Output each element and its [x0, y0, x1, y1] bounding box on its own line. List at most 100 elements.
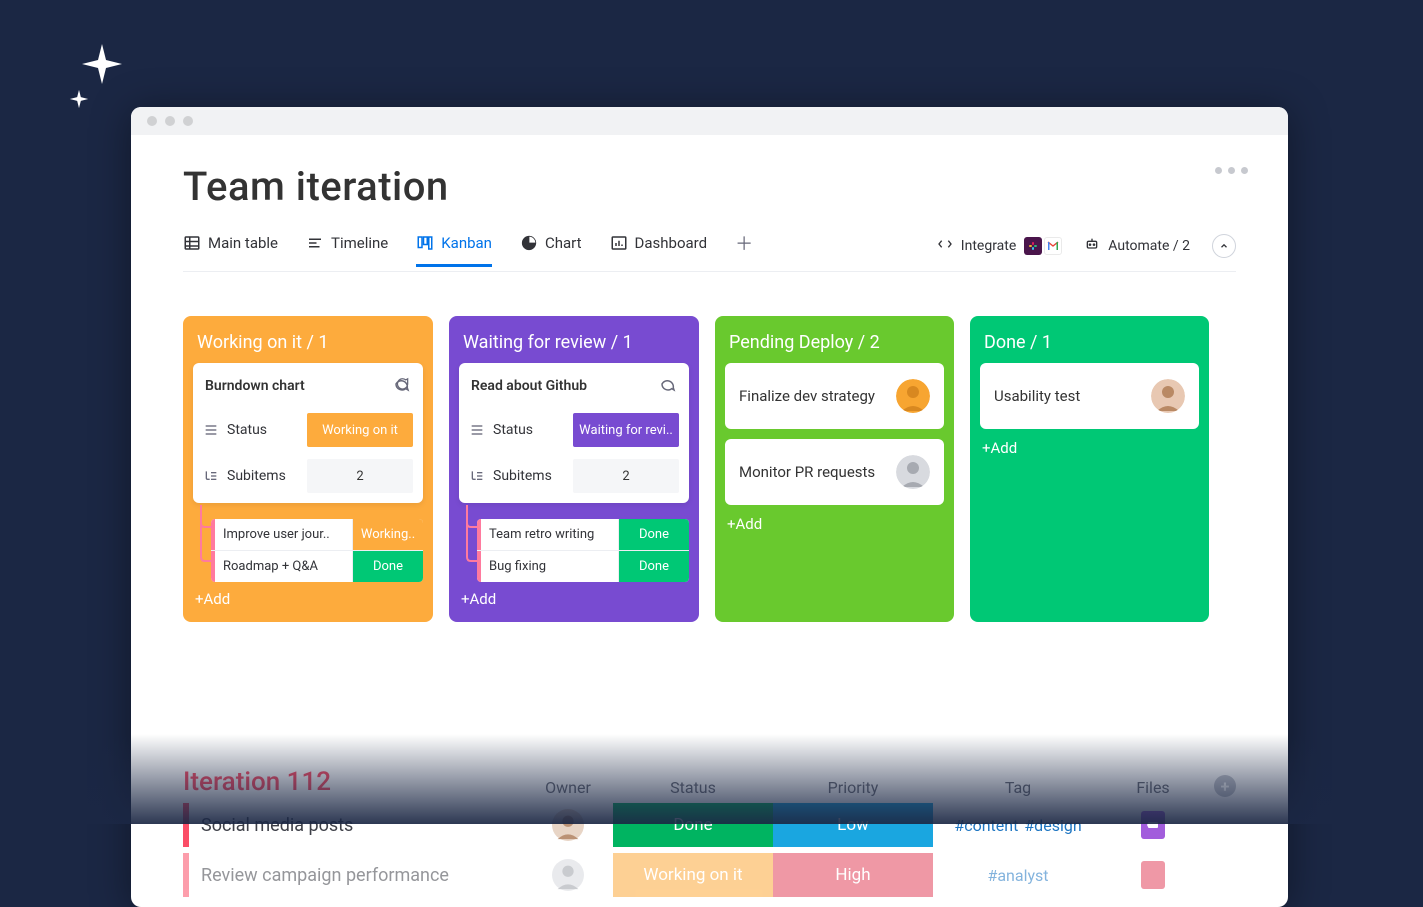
subitem-status[interactable]: Done: [619, 551, 689, 582]
subitems-list: Improve user jour.. Working.. Roadmap + …: [211, 519, 423, 582]
column-title: Done / 1: [980, 326, 1199, 363]
subitems-label: Subitems: [493, 468, 552, 484]
col-header-files[interactable]: Files: [1103, 778, 1203, 797]
row-name: Review campaign performance: [189, 853, 523, 897]
collapse-button[interactable]: [1212, 234, 1236, 258]
cell-files[interactable]: [1103, 853, 1203, 897]
subitem-title: Team retro writing: [481, 519, 619, 550]
integration-apps: [1024, 237, 1062, 255]
subitem-connector: [459, 505, 479, 582]
group-title[interactable]: Iteration 112: [183, 767, 523, 797]
cell-tag[interactable]: #content #design: [933, 803, 1103, 847]
cell-priority[interactable]: Low: [773, 803, 933, 847]
kanban-icon: [416, 234, 434, 252]
comments-icon[interactable]: [393, 375, 411, 397]
card-title: Monitor PR requests: [739, 463, 875, 481]
card-title: Read about Github: [471, 378, 587, 394]
tag-link[interactable]: #content: [954, 816, 1018, 835]
cell-files[interactable]: [1103, 803, 1203, 847]
chart-icon: [520, 234, 538, 252]
window-min-dot[interactable]: [165, 116, 175, 126]
card-title: Usability test: [994, 387, 1080, 405]
subitem-status[interactable]: Done: [619, 519, 689, 550]
cell-status[interactable]: Working on it: [613, 853, 773, 897]
gmail-app-icon: [1044, 237, 1062, 255]
kanban-card[interactable]: Burndown chart Status Working on it Subi…: [193, 363, 423, 503]
tab-dashboard[interactable]: Dashboard: [610, 234, 708, 267]
integrate-button[interactable]: Integrate: [937, 236, 1063, 256]
subitem-row[interactable]: Roadmap + Q&A Done: [211, 551, 423, 582]
integrate-label: Integrate: [961, 238, 1017, 254]
add-column-button[interactable]: +: [1214, 775, 1236, 797]
add-card-button[interactable]: +Add: [459, 590, 689, 608]
cell-owner[interactable]: [523, 803, 613, 847]
view-tabs: Main table Timeline Kanban Chart Dashboa…: [183, 230, 1236, 272]
col-header-status[interactable]: Status: [613, 778, 773, 797]
dashboard-icon: [610, 234, 628, 252]
table-row[interactable]: Social media posts Done Low #content #de…: [183, 803, 1236, 847]
tag-link[interactable]: #design: [1024, 816, 1081, 835]
subitem-row[interactable]: Team retro writing Done: [477, 519, 689, 551]
subitem-title: Roadmap + Q&A: [215, 551, 353, 582]
add-view-button[interactable]: ＋: [735, 230, 753, 271]
kanban-card[interactable]: Monitor PR requests: [725, 439, 944, 505]
sparkle-icon: [68, 88, 90, 110]
board-more-menu[interactable]: [1215, 167, 1248, 174]
subitem-status[interactable]: Done: [353, 551, 423, 582]
tab-label: Main table: [208, 234, 278, 252]
cell-priority[interactable]: High: [773, 853, 933, 897]
table-row[interactable]: Review campaign performance Working on i…: [183, 853, 1236, 897]
tab-label: Timeline: [331, 234, 388, 252]
kanban-board: Working on it / 1 Burndown chart Status …: [183, 316, 1236, 622]
card-title: Finalize dev strategy: [739, 387, 875, 405]
tab-label: Chart: [545, 234, 582, 252]
status-value[interactable]: Working on it: [307, 413, 413, 447]
tab-kanban[interactable]: Kanban: [416, 234, 492, 267]
kanban-card[interactable]: Read about Github Status Waiting for rev…: [459, 363, 689, 503]
column-review: Waiting for review / 1 Read about Github…: [449, 316, 699, 622]
row-name: Social media posts: [189, 803, 523, 847]
add-card-button[interactable]: +Add: [193, 590, 423, 608]
tab-label: Kanban: [441, 234, 492, 252]
subitem-connector: [193, 505, 213, 582]
tab-timeline[interactable]: Timeline: [306, 234, 388, 267]
timeline-icon: [306, 234, 324, 252]
add-card-button[interactable]: +Add: [725, 515, 944, 533]
file-icon: [1141, 811, 1165, 839]
col-header-priority[interactable]: Priority: [773, 778, 933, 797]
subitem-title: Bug fixing: [481, 551, 619, 582]
subitem-title: Improve user jour..: [215, 519, 353, 550]
robot-icon: [1084, 236, 1100, 256]
status-value[interactable]: Waiting for revi..: [573, 413, 679, 447]
slack-app-icon: [1024, 237, 1042, 255]
subitem-row[interactable]: Improve user jour.. Working..: [211, 519, 423, 551]
column-title: Working on it / 1: [193, 326, 423, 363]
column-title: Waiting for review / 1: [459, 326, 689, 363]
tab-label: Dashboard: [635, 234, 708, 252]
cell-tag[interactable]: #analyst: [933, 853, 1103, 897]
kanban-card[interactable]: Usability test: [980, 363, 1199, 429]
column-title: Pending Deploy / 2: [725, 326, 944, 363]
column-pending: Pending Deploy / 2 Finalize dev strategy…: [715, 316, 954, 622]
table-icon: [183, 234, 201, 252]
window-close-dot[interactable]: [147, 116, 157, 126]
cell-owner[interactable]: [523, 853, 613, 897]
integrate-icon: [937, 236, 953, 256]
status-label: Status: [493, 422, 533, 438]
automate-button[interactable]: Automate / 2: [1084, 236, 1190, 256]
window-max-dot[interactable]: [183, 116, 193, 126]
tab-main-table[interactable]: Main table: [183, 234, 278, 267]
subitem-row[interactable]: Bug fixing Done: [477, 551, 689, 582]
col-header-tag[interactable]: Tag: [933, 778, 1103, 797]
kanban-card[interactable]: Finalize dev strategy: [725, 363, 944, 429]
subitem-status[interactable]: Working..: [353, 519, 423, 550]
status-label: Status: [227, 422, 267, 438]
comments-icon[interactable]: [659, 375, 677, 397]
sparkle-icon: [78, 40, 126, 88]
tab-chart[interactable]: Chart: [520, 234, 582, 267]
cell-status[interactable]: Done: [613, 803, 773, 847]
col-header-owner[interactable]: Owner: [523, 778, 613, 797]
add-card-button[interactable]: +Add: [980, 439, 1199, 457]
page-title: Team iteration: [183, 163, 1236, 210]
tag-link[interactable]: #analyst: [987, 866, 1048, 885]
